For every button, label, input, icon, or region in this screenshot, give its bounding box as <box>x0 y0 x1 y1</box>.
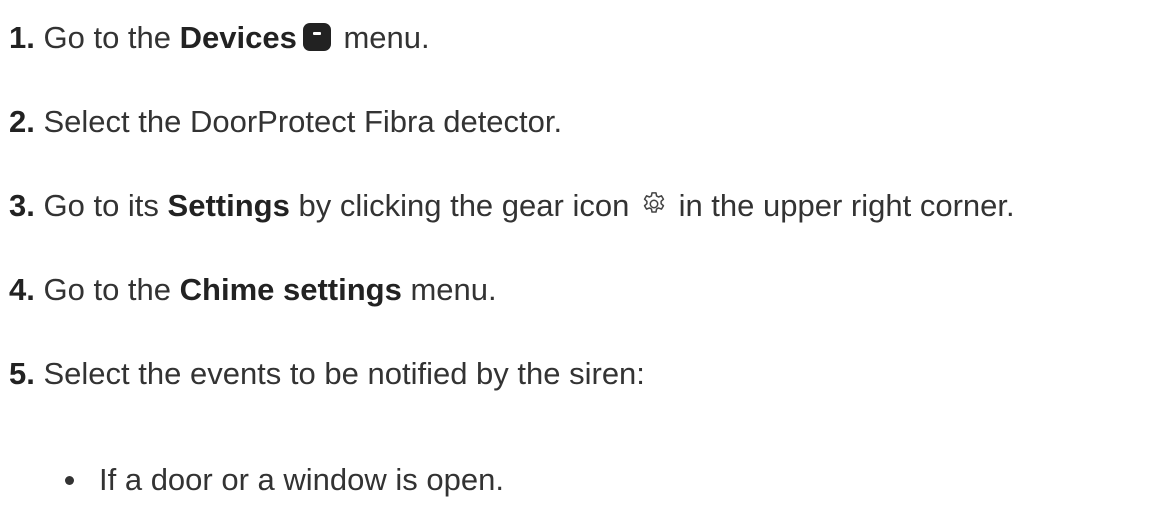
instruction-steps: 1. Go to the Devices menu. 2. Select the… <box>9 14 1164 434</box>
settings-label: Settings <box>167 188 290 223</box>
step-number: 3. <box>9 188 35 223</box>
step-number: 2. <box>9 104 35 139</box>
step-text: Go to the <box>43 272 172 307</box>
step-2: 2. Select the DoorProtect Fibra detector… <box>9 98 1164 146</box>
step-text: Go to the <box>43 20 172 55</box>
step-1: 1. Go to the Devices menu. <box>9 14 1164 62</box>
step-text: Select the DoorProtect Fibra detector. <box>43 104 563 139</box>
gear-icon <box>640 190 668 218</box>
step-4: 4. Go to the Chime settings menu. <box>9 266 1164 314</box>
step-number: 5. <box>9 356 35 391</box>
step-text: menu. <box>410 272 497 307</box>
step-text: by clicking the gear icon <box>298 188 630 223</box>
devices-icon <box>302 23 331 51</box>
step-3: 3. Go to its Settings by clicking the ge… <box>9 182 1164 230</box>
step-text: Go to its <box>43 188 159 223</box>
step-number: 4. <box>9 272 35 307</box>
step-number: 1. <box>9 20 35 55</box>
devices-label: Devices <box>179 20 297 55</box>
event-list: If a door or a window is open. <box>63 458 504 502</box>
step-text: menu. <box>343 20 430 55</box>
step-text: Select the events to be notified by the … <box>43 356 645 391</box>
step-text: in the upper right corner. <box>678 188 1015 223</box>
step-5: 5. Select the events to be notified by t… <box>9 350 1164 398</box>
list-item-text: If a door or a window is open. <box>99 462 504 497</box>
chime-settings-label: Chime settings <box>179 272 402 307</box>
bullet-dot <box>65 476 74 485</box>
list-item: If a door or a window is open. <box>63 458 504 502</box>
